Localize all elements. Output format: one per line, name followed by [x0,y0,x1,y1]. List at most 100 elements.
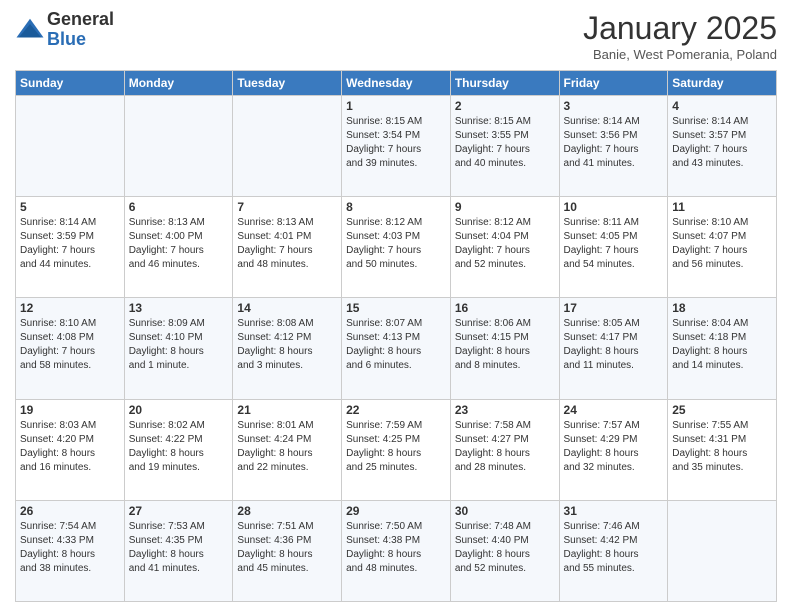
day-header-wednesday: Wednesday [342,71,451,96]
day-info: Sunrise: 8:13 AM Sunset: 4:00 PM Dayligh… [129,216,229,272]
day-number: 20 [129,403,229,417]
calendar-cell: 4 Sunrise: 8:14 AM Sunset: 3:57 PM Daylig… [668,96,777,197]
day-info: Sunrise: 8:11 AM Sunset: 4:05 PM Dayligh… [564,216,664,272]
day-info: Sunrise: 8:10 AM Sunset: 4:08 PM Dayligh… [20,317,120,373]
calendar-cell [668,500,777,601]
day-info: Sunrise: 7:58 AM Sunset: 4:27 PM Dayligh… [455,419,555,475]
day-info: Sunrise: 7:48 AM Sunset: 4:40 PM Dayligh… [455,520,555,576]
logo-general: General [47,10,114,30]
day-number: 28 [237,504,337,518]
day-number: 22 [346,403,446,417]
day-info: Sunrise: 7:59 AM Sunset: 4:25 PM Dayligh… [346,419,446,475]
location-subtitle: Banie, West Pomerania, Poland [583,47,777,62]
calendar-cell: 16 Sunrise: 8:06 AM Sunset: 4:15 PM Dayli… [450,298,559,399]
header: General Blue January 2025 Banie, West Po… [15,10,777,62]
calendar-cell: 17 Sunrise: 8:05 AM Sunset: 4:17 PM Dayli… [559,298,668,399]
day-number: 21 [237,403,337,417]
day-number: 27 [129,504,229,518]
day-info: Sunrise: 8:10 AM Sunset: 4:07 PM Dayligh… [672,216,772,272]
day-info: Sunrise: 8:08 AM Sunset: 4:12 PM Dayligh… [237,317,337,373]
day-info: Sunrise: 8:14 AM Sunset: 3:59 PM Dayligh… [20,216,120,272]
day-number: 6 [129,200,229,214]
day-header-monday: Monday [124,71,233,96]
calendar-cell: 22 Sunrise: 7:59 AM Sunset: 4:25 PM Dayli… [342,399,451,500]
day-info: Sunrise: 8:12 AM Sunset: 4:03 PM Dayligh… [346,216,446,272]
calendar-header: SundayMondayTuesdayWednesdayThursdayFrid… [16,71,777,96]
day-info: Sunrise: 8:15 AM Sunset: 3:54 PM Dayligh… [346,115,446,171]
day-info: Sunrise: 8:04 AM Sunset: 4:18 PM Dayligh… [672,317,772,373]
day-info: Sunrise: 8:14 AM Sunset: 3:57 PM Dayligh… [672,115,772,171]
calendar-cell: 20 Sunrise: 8:02 AM Sunset: 4:22 PM Dayli… [124,399,233,500]
day-number: 23 [455,403,555,417]
day-number: 24 [564,403,664,417]
day-number: 31 [564,504,664,518]
calendar-cell: 24Sunrise: 7:57 AM Sunset: 4:29 PM Dayli… [559,399,668,500]
calendar-cell: 30 Sunrise: 7:48 AM Sunset: 4:40 PM Dayli… [450,500,559,601]
calendar-cell: 10 Sunrise: 8:11 AM Sunset: 4:05 PM Dayli… [559,197,668,298]
day-number: 30 [455,504,555,518]
logo-icon [15,15,45,45]
calendar-week-1: 1Sunrise: 8:15 AM Sunset: 3:54 PM Daylig… [16,96,777,197]
calendar-cell: 19 Sunrise: 8:03 AM Sunset: 4:20 PM Dayli… [16,399,125,500]
day-info: Sunrise: 8:07 AM Sunset: 4:13 PM Dayligh… [346,317,446,373]
calendar-cell: 1Sunrise: 8:15 AM Sunset: 3:54 PM Daylig… [342,96,451,197]
day-number: 16 [455,301,555,315]
day-number: 25 [672,403,772,417]
calendar-cell: 3 Sunrise: 8:14 AM Sunset: 3:56 PM Daylig… [559,96,668,197]
calendar-cell: 26 Sunrise: 7:54 AM Sunset: 4:33 PM Dayli… [16,500,125,601]
day-number: 13 [129,301,229,315]
day-number: 3 [564,99,664,113]
day-number: 4 [672,99,772,113]
day-number: 5 [20,200,120,214]
logo: General Blue [15,10,114,50]
calendar-week-3: 12Sunrise: 8:10 AM Sunset: 4:08 PM Dayli… [16,298,777,399]
calendar-cell: 29 Sunrise: 7:50 AM Sunset: 4:38 PM Dayli… [342,500,451,601]
day-header-saturday: Saturday [668,71,777,96]
calendar-cell: 25 Sunrise: 7:55 AM Sunset: 4:31 PM Dayli… [668,399,777,500]
day-number: 8 [346,200,446,214]
day-header-sunday: Sunday [16,71,125,96]
day-number: 15 [346,301,446,315]
day-info: Sunrise: 8:01 AM Sunset: 4:24 PM Dayligh… [237,419,337,475]
day-info: Sunrise: 8:14 AM Sunset: 3:56 PM Dayligh… [564,115,664,171]
day-info: Sunrise: 8:05 AM Sunset: 4:17 PM Dayligh… [564,317,664,373]
day-info: Sunrise: 8:15 AM Sunset: 3:55 PM Dayligh… [455,115,555,171]
calendar-week-5: 26 Sunrise: 7:54 AM Sunset: 4:33 PM Dayli… [16,500,777,601]
calendar-cell [233,96,342,197]
day-info: Sunrise: 8:02 AM Sunset: 4:22 PM Dayligh… [129,419,229,475]
calendar-cell: 14 Sunrise: 8:08 AM Sunset: 4:12 PM Dayli… [233,298,342,399]
day-info: Sunrise: 7:54 AM Sunset: 4:33 PM Dayligh… [20,520,120,576]
day-number: 26 [20,504,120,518]
calendar-cell: 21 Sunrise: 8:01 AM Sunset: 4:24 PM Dayli… [233,399,342,500]
calendar-cell: 6 Sunrise: 8:13 AM Sunset: 4:00 PM Daylig… [124,197,233,298]
calendar-cell: 13Sunrise: 8:09 AM Sunset: 4:10 PM Dayli… [124,298,233,399]
calendar-cell: 8 Sunrise: 8:12 AM Sunset: 4:03 PM Daylig… [342,197,451,298]
calendar-cell: 11Sunrise: 8:10 AM Sunset: 4:07 PM Dayli… [668,197,777,298]
calendar-cell: 27 Sunrise: 7:53 AM Sunset: 4:35 PM Dayli… [124,500,233,601]
day-info: Sunrise: 7:46 AM Sunset: 4:42 PM Dayligh… [564,520,664,576]
calendar-cell: 12Sunrise: 8:10 AM Sunset: 4:08 PM Dayli… [16,298,125,399]
day-info: Sunrise: 8:06 AM Sunset: 4:15 PM Dayligh… [455,317,555,373]
logo-text: General Blue [47,10,114,50]
day-number: 29 [346,504,446,518]
calendar-cell: 15 Sunrise: 8:07 AM Sunset: 4:13 PM Dayli… [342,298,451,399]
days-row: SundayMondayTuesdayWednesdayThursdayFrid… [16,71,777,96]
day-number: 10 [564,200,664,214]
day-number: 17 [564,301,664,315]
month-title: January 2025 [583,10,777,47]
day-info: Sunrise: 7:50 AM Sunset: 4:38 PM Dayligh… [346,520,446,576]
calendar-cell: 18Sunrise: 8:04 AM Sunset: 4:18 PM Dayli… [668,298,777,399]
day-number: 19 [20,403,120,417]
day-number: 14 [237,301,337,315]
calendar-cell [124,96,233,197]
logo-blue: Blue [47,30,114,50]
day-info: Sunrise: 7:53 AM Sunset: 4:35 PM Dayligh… [129,520,229,576]
calendar-cell: 2 Sunrise: 8:15 AM Sunset: 3:55 PM Daylig… [450,96,559,197]
day-header-thursday: Thursday [450,71,559,96]
calendar-body: 1Sunrise: 8:15 AM Sunset: 3:54 PM Daylig… [16,96,777,602]
day-info: Sunrise: 8:03 AM Sunset: 4:20 PM Dayligh… [20,419,120,475]
day-info: Sunrise: 7:55 AM Sunset: 4:31 PM Dayligh… [672,419,772,475]
day-number: 2 [455,99,555,113]
calendar-week-4: 19 Sunrise: 8:03 AM Sunset: 4:20 PM Dayli… [16,399,777,500]
calendar-cell: 7Sunrise: 8:13 AM Sunset: 4:01 PM Daylig… [233,197,342,298]
